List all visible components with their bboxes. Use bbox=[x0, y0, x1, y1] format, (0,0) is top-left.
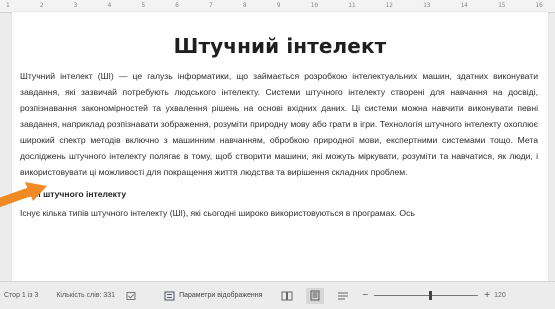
word-count[interactable]: Кількість слів: 331 bbox=[56, 292, 115, 299]
document-page[interactable]: Штучний інтелект Штучний інтелект (ШІ) —… bbox=[12, 12, 548, 282]
document-title[interactable]: Штучний інтелект bbox=[12, 34, 548, 58]
orange-arrow-icon bbox=[0, 182, 47, 208]
ruler-tick: 13 bbox=[423, 2, 431, 9]
print-layout-button[interactable] bbox=[306, 287, 325, 304]
ruler-tick: 14 bbox=[460, 2, 468, 9]
status-bar: Стор 1 із 3 Кількість слів: 331 Параметр… bbox=[0, 281, 555, 309]
ruler-ticks: 1 2 3 4 5 6 7 8 9 10 11 12 13 14 15 16 bbox=[6, 2, 543, 10]
ruler-tick: 15 bbox=[498, 2, 506, 9]
proofing-icon[interactable] bbox=[125, 291, 137, 301]
web-layout-button[interactable] bbox=[334, 288, 352, 304]
ruler-tick: 6 bbox=[175, 2, 179, 9]
ruler-tick: 10 bbox=[310, 2, 318, 9]
paragraph-types[interactable]: Існує кілька типів штучного інтелекту (Ш… bbox=[20, 206, 538, 220]
ruler-tick: 11 bbox=[348, 2, 356, 9]
ruler-tick: 12 bbox=[385, 2, 393, 9]
ruler-tick: 9 bbox=[276, 2, 281, 9]
arrow-shaft bbox=[0, 186, 37, 208]
zoom-track bbox=[374, 294, 479, 296]
zoom-slider[interactable] bbox=[374, 290, 479, 302]
display-settings-button[interactable]: Параметри відображення bbox=[179, 292, 262, 299]
read-mode-button[interactable] bbox=[278, 288, 296, 304]
zoom-thumb[interactable] bbox=[429, 290, 433, 300]
view-mode-buttons bbox=[278, 287, 352, 304]
zoom-in-button[interactable]: + bbox=[484, 290, 490, 301]
zoom-out-button[interactable]: − bbox=[362, 290, 368, 301]
ruler-tick: 3 bbox=[73, 2, 78, 9]
ruler-tick: 5 bbox=[141, 2, 146, 9]
zoom-control: − + 120 bbox=[362, 290, 505, 302]
page-count[interactable]: Стор 1 із 3 bbox=[4, 292, 38, 299]
word-window: 1 2 3 4 5 6 7 8 9 10 11 12 13 14 15 16 Штучний інтелект… bbox=[0, 0, 555, 309]
ruler-tick: 16 bbox=[535, 2, 543, 9]
document-body[interactable]: Штучний інтелект (ШІ) — це галузь інформ… bbox=[20, 68, 538, 220]
subheading-types[interactable]: Типи штучного інтелекту bbox=[20, 187, 538, 201]
ruler-tick: 7 bbox=[209, 2, 213, 9]
ruler-tick: 4 bbox=[107, 2, 112, 9]
ruler-tick: 2 bbox=[39, 2, 44, 9]
ruler-tick: 1 bbox=[6, 2, 10, 9]
paragraph-intro[interactable]: Штучний інтелект (ШІ) — це галузь інформ… bbox=[20, 68, 538, 180]
zoom-percent[interactable]: 120 bbox=[494, 292, 506, 299]
focus-icon[interactable] bbox=[163, 291, 175, 301]
ruler-tick: 8 bbox=[243, 2, 247, 9]
